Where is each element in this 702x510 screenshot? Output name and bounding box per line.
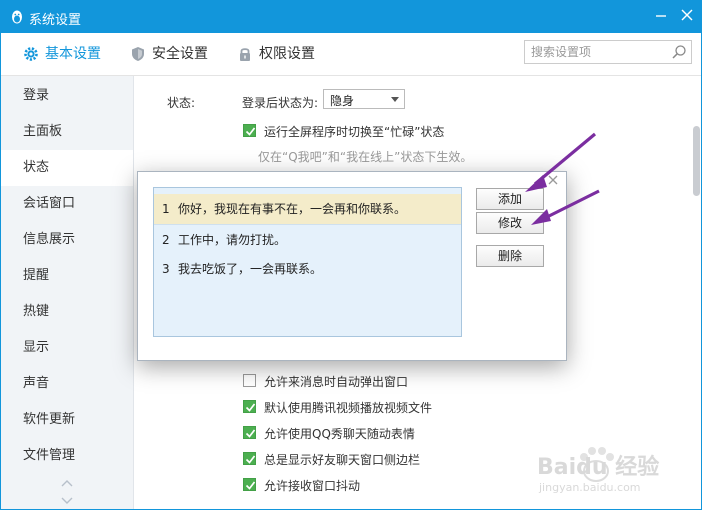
close-icon bbox=[681, 9, 693, 21]
lock-icon bbox=[240, 48, 250, 61]
tencent-video-checkbox[interactable] bbox=[243, 400, 256, 413]
sidebar-item-login[interactable]: 登录 bbox=[1, 78, 133, 114]
search-input[interactable] bbox=[531, 43, 667, 61]
after-login-label: 登录后状态为: bbox=[242, 96, 319, 110]
gear-icon bbox=[24, 47, 38, 61]
sidebar-item-display[interactable]: 显示 bbox=[1, 330, 133, 366]
qq-penguin-icon bbox=[12, 10, 22, 24]
checkmark-icon bbox=[245, 127, 256, 136]
status-section-label: 状态: bbox=[167, 96, 196, 110]
auto-reply-list: 1 你好，我现在有事不在，一会再和你联系。 2 工作中，请勿打扰。 3 我去吃饭了，一… bbox=[153, 187, 462, 337]
after-login-status-select[interactable]: 隐身 bbox=[323, 89, 405, 109]
checkmark-icon bbox=[245, 403, 256, 412]
item-text: 工作中，请勿打扰。 bbox=[178, 233, 287, 247]
auto-reply-dialog: 1 你好，我现在有事不在，一会再和你联系。 2 工作中，请勿打扰。 3 我去吃饭了，一… bbox=[137, 171, 567, 361]
sidebar-item-main-panel[interactable]: 主面板 bbox=[1, 114, 133, 150]
list-item[interactable]: 2 工作中，请勿打扰。 bbox=[154, 224, 461, 254]
tab-security-settings[interactable]: 安全设置 bbox=[130, 33, 210, 75]
window-shake-checkbox[interactable] bbox=[243, 478, 256, 491]
tab-label: 安全设置 bbox=[152, 46, 208, 62]
window-title: 系统设置 bbox=[29, 13, 82, 28]
sidebar-item-chat-window[interactable]: 会话窗口 bbox=[1, 186, 133, 222]
dialog-close-button[interactable] bbox=[546, 174, 560, 188]
item-text: 你好，我现在有事不在，一会再和你联系。 bbox=[178, 202, 407, 216]
tab-label: 权限设置 bbox=[259, 46, 315, 62]
option-label: 允许使用QQ秀聊天随动表情 bbox=[264, 427, 415, 441]
item-number: 2 bbox=[162, 233, 170, 247]
sidebar-item-info-display[interactable]: 信息展示 bbox=[1, 222, 133, 258]
checkmark-icon bbox=[245, 455, 256, 464]
fullscreen-busy-label: 运行全屏程序时切换至“忙碌”状态 bbox=[264, 125, 445, 139]
list-item[interactable]: 3 我去吃饭了，一会再联系。 bbox=[154, 254, 461, 284]
fullscreen-busy-checkbox[interactable] bbox=[243, 124, 256, 137]
sidebar-item-software-update[interactable]: 软件更新 bbox=[1, 402, 133, 438]
shield-icon bbox=[132, 47, 144, 61]
add-button[interactable]: 添加 bbox=[476, 188, 544, 210]
auto-popup-checkbox[interactable] bbox=[243, 374, 256, 387]
sidebar-item-hotkeys[interactable]: 热键 bbox=[1, 294, 133, 330]
search-icon[interactable] bbox=[671, 44, 687, 60]
sidebar-item-reminder[interactable]: 提醒 bbox=[1, 258, 133, 294]
chevron-down-icon bbox=[391, 97, 399, 102]
option-label: 总是显示好友聊天窗口侧边栏 bbox=[264, 453, 421, 467]
sidebar-item-status[interactable]: 状态 bbox=[1, 150, 133, 186]
settings-window: 系统设置 基本设置 安全设置 权限设置 搜索设置项 登录 主面板 状态 会话窗口… bbox=[0, 0, 702, 510]
item-number: 3 bbox=[162, 262, 170, 276]
qq-show-checkbox[interactable] bbox=[243, 426, 256, 439]
checkmark-icon bbox=[245, 429, 256, 438]
checkmark-icon bbox=[245, 481, 256, 490]
close-window-button[interactable] bbox=[677, 7, 697, 27]
content-scrollbar[interactable] bbox=[693, 126, 700, 196]
watermark-text: Baidu 经验 bbox=[537, 455, 660, 480]
item-number: 1 bbox=[162, 202, 170, 216]
tab-permission-settings[interactable]: 权限设置 bbox=[237, 33, 317, 75]
settings-toolbar: 基本设置 安全设置 权限设置 bbox=[1, 33, 701, 76]
list-item[interactable]: 1 你好，我现在有事不在，一会再和你联系。 bbox=[154, 194, 461, 224]
watermark-url: jingyan.baidu.com bbox=[539, 481, 641, 494]
settings-search-box[interactable] bbox=[524, 40, 692, 64]
sidebar-scroll-icon[interactable] bbox=[59, 476, 75, 508]
sidebar-item-sound[interactable]: 声音 bbox=[1, 366, 133, 402]
option-label: 允许来消息时自动弹出窗口 bbox=[264, 375, 409, 389]
select-value: 隐身 bbox=[330, 94, 355, 108]
delete-button[interactable]: 删除 bbox=[476, 245, 544, 267]
item-text: 我去吃饭了，一会再联系。 bbox=[178, 262, 323, 276]
sidebar-item-file-management[interactable]: 文件管理 bbox=[1, 438, 133, 474]
minimize-icon bbox=[656, 15, 666, 17]
title-bar: 系统设置 bbox=[1, 1, 701, 33]
option-label: 允许接收窗口抖动 bbox=[264, 479, 361, 493]
fullscreen-busy-hint: 仅在“Q我吧”和“我在线上”状态下生效。 bbox=[258, 150, 473, 164]
minimize-button[interactable] bbox=[651, 7, 671, 27]
settings-sidebar: 登录 主面板 状态 会话窗口 信息展示 提醒 热键 显示 声音 软件更新 文件管… bbox=[1, 76, 134, 509]
modify-button[interactable]: 修改 bbox=[476, 212, 544, 234]
option-label: 默认使用腾讯视频播放视频文件 bbox=[264, 401, 433, 415]
close-icon bbox=[548, 175, 558, 185]
chat-sidebar-checkbox[interactable] bbox=[243, 452, 256, 465]
tab-basic-settings[interactable]: 基本设置 bbox=[23, 33, 103, 75]
tab-label: 基本设置 bbox=[45, 46, 101, 62]
